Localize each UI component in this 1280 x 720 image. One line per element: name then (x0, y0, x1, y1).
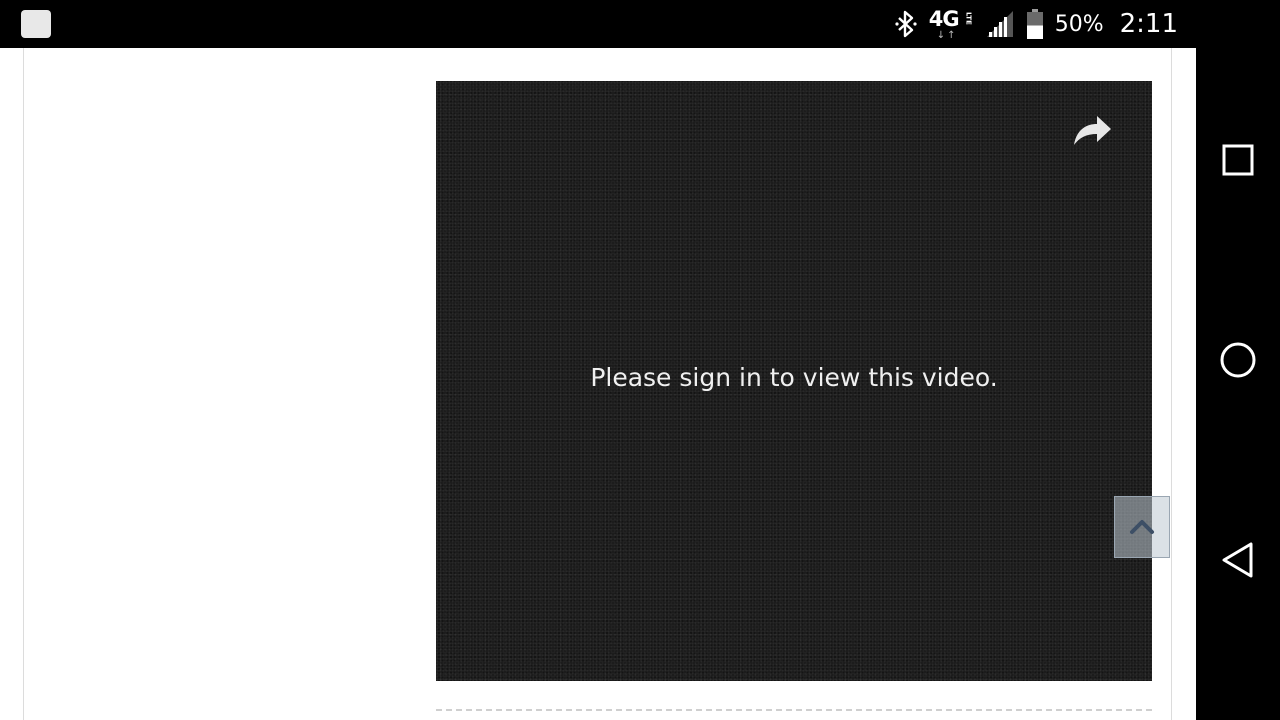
data-activity-arrows: ↓↑ (936, 30, 958, 41)
content-divider (436, 709, 1152, 711)
clock: 2:11 (1119, 9, 1178, 39)
recents-button[interactable] (1218, 140, 1258, 180)
back-to-top-button[interactable] (1114, 496, 1170, 558)
battery-percent: 50% (1054, 11, 1104, 37)
home-button[interactable] (1218, 340, 1258, 380)
network-lte-label: LTE (964, 12, 973, 25)
video-player[interactable]: Please sign in to view this video. (436, 81, 1152, 681)
battery-icon (1025, 8, 1045, 40)
phone-screen: 4G LTE ↓↑ 50% 2:11 Please sign in to vie… (0, 0, 1280, 720)
recents-square-icon (1222, 144, 1254, 176)
navigation-bar (1196, 0, 1280, 720)
notification-icon (21, 10, 51, 38)
share-arrow-icon (1074, 116, 1111, 145)
network-type-label: 4G (928, 7, 960, 31)
back-button[interactable] (1218, 540, 1258, 580)
back-triangle-icon (1222, 542, 1253, 578)
bluetooth-icon (893, 9, 919, 39)
sign-in-message: Please sign in to view this video. (590, 363, 998, 392)
4g-lte-icon: 4G LTE ↓↑ (929, 4, 975, 44)
signal-icon (985, 9, 1015, 39)
status-icons: 4G LTE ↓↑ 50% 2:11 (883, 0, 1178, 48)
home-circle-icon (1220, 342, 1256, 378)
chevron-up-icon (1130, 520, 1154, 534)
status-bar: 4G LTE ↓↑ 50% 2:11 (0, 0, 1196, 48)
browser-content: Please sign in to view this video. (0, 48, 1196, 720)
share-button[interactable] (1070, 111, 1114, 149)
